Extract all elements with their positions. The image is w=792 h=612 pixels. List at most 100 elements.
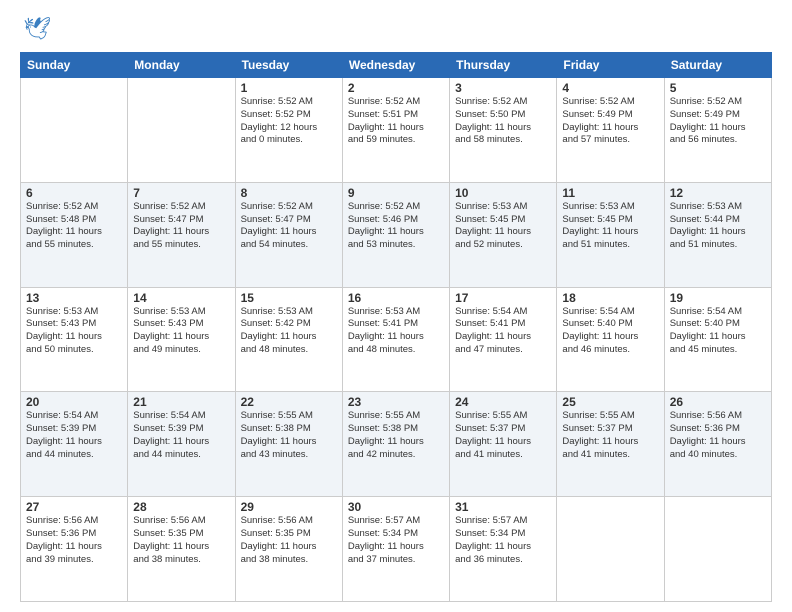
cell-info: Sunrise: 5:53 AM Sunset: 5:42 PM Dayligh… — [241, 306, 337, 357]
day-number: 31 — [455, 500, 551, 514]
cell-info: Sunrise: 5:54 AM Sunset: 5:39 PM Dayligh… — [133, 410, 229, 461]
day-number: 2 — [348, 81, 444, 95]
day-number: 30 — [348, 500, 444, 514]
day-number: 21 — [133, 395, 229, 409]
cell-info: Sunrise: 5:52 AM Sunset: 5:48 PM Dayligh… — [26, 201, 122, 252]
day-number: 19 — [670, 291, 766, 305]
cell-info: Sunrise: 5:53 AM Sunset: 5:45 PM Dayligh… — [562, 201, 658, 252]
calendar-cell: 25Sunrise: 5:55 AM Sunset: 5:37 PM Dayli… — [557, 392, 664, 497]
cell-info: Sunrise: 5:57 AM Sunset: 5:34 PM Dayligh… — [455, 515, 551, 566]
cell-info: Sunrise: 5:54 AM Sunset: 5:40 PM Dayligh… — [670, 306, 766, 357]
calendar-cell: 1Sunrise: 5:52 AM Sunset: 5:52 PM Daylig… — [235, 78, 342, 183]
calendar-cell: 21Sunrise: 5:54 AM Sunset: 5:39 PM Dayli… — [128, 392, 235, 497]
weekday-header-friday: Friday — [557, 53, 664, 78]
cell-info: Sunrise: 5:55 AM Sunset: 5:38 PM Dayligh… — [241, 410, 337, 461]
cell-info: Sunrise: 5:54 AM Sunset: 5:41 PM Dayligh… — [455, 306, 551, 357]
day-number: 26 — [670, 395, 766, 409]
calendar-cell: 28Sunrise: 5:56 AM Sunset: 5:35 PM Dayli… — [128, 497, 235, 602]
cell-info: Sunrise: 5:53 AM Sunset: 5:44 PM Dayligh… — [670, 201, 766, 252]
calendar-cell: 20Sunrise: 5:54 AM Sunset: 5:39 PM Dayli… — [21, 392, 128, 497]
cell-info: Sunrise: 5:54 AM Sunset: 5:40 PM Dayligh… — [562, 306, 658, 357]
cell-info: Sunrise: 5:52 AM Sunset: 5:47 PM Dayligh… — [133, 201, 229, 252]
calendar-cell: 12Sunrise: 5:53 AM Sunset: 5:44 PM Dayli… — [664, 182, 771, 287]
calendar-cell: 10Sunrise: 5:53 AM Sunset: 5:45 PM Dayli… — [450, 182, 557, 287]
weekday-header-wednesday: Wednesday — [342, 53, 449, 78]
day-number: 11 — [562, 186, 658, 200]
cell-info: Sunrise: 5:52 AM Sunset: 5:49 PM Dayligh… — [562, 96, 658, 147]
calendar-cell: 3Sunrise: 5:52 AM Sunset: 5:50 PM Daylig… — [450, 78, 557, 183]
cell-info: Sunrise: 5:56 AM Sunset: 5:35 PM Dayligh… — [133, 515, 229, 566]
calendar-cell: 13Sunrise: 5:53 AM Sunset: 5:43 PM Dayli… — [21, 287, 128, 392]
calendar-cell — [21, 78, 128, 183]
cell-info: Sunrise: 5:52 AM Sunset: 5:49 PM Dayligh… — [670, 96, 766, 147]
calendar-table: SundayMondayTuesdayWednesdayThursdayFrid… — [20, 52, 772, 602]
day-number: 10 — [455, 186, 551, 200]
weekday-header-thursday: Thursday — [450, 53, 557, 78]
day-number: 22 — [241, 395, 337, 409]
cell-info: Sunrise: 5:52 AM Sunset: 5:52 PM Dayligh… — [241, 96, 337, 147]
cell-info: Sunrise: 5:53 AM Sunset: 5:43 PM Dayligh… — [133, 306, 229, 357]
calendar-cell: 9Sunrise: 5:52 AM Sunset: 5:46 PM Daylig… — [342, 182, 449, 287]
week-row-4: 20Sunrise: 5:54 AM Sunset: 5:39 PM Dayli… — [21, 392, 772, 497]
calendar-cell: 19Sunrise: 5:54 AM Sunset: 5:40 PM Dayli… — [664, 287, 771, 392]
day-number: 5 — [670, 81, 766, 95]
weekday-header-tuesday: Tuesday — [235, 53, 342, 78]
cell-info: Sunrise: 5:55 AM Sunset: 5:38 PM Dayligh… — [348, 410, 444, 461]
calendar-cell — [557, 497, 664, 602]
cell-info: Sunrise: 5:52 AM Sunset: 5:47 PM Dayligh… — [241, 201, 337, 252]
calendar-cell: 23Sunrise: 5:55 AM Sunset: 5:38 PM Dayli… — [342, 392, 449, 497]
day-number: 13 — [26, 291, 122, 305]
calendar-cell: 15Sunrise: 5:53 AM Sunset: 5:42 PM Dayli… — [235, 287, 342, 392]
cell-info: Sunrise: 5:53 AM Sunset: 5:45 PM Dayligh… — [455, 201, 551, 252]
cell-info: Sunrise: 5:55 AM Sunset: 5:37 PM Dayligh… — [455, 410, 551, 461]
logo-bird-icon: 🕊 — [23, 16, 51, 42]
cell-info: Sunrise: 5:54 AM Sunset: 5:39 PM Dayligh… — [26, 410, 122, 461]
day-number: 23 — [348, 395, 444, 409]
cell-info: Sunrise: 5:56 AM Sunset: 5:36 PM Dayligh… — [670, 410, 766, 461]
day-number: 15 — [241, 291, 337, 305]
week-row-5: 27Sunrise: 5:56 AM Sunset: 5:36 PM Dayli… — [21, 497, 772, 602]
cell-info: Sunrise: 5:57 AM Sunset: 5:34 PM Dayligh… — [348, 515, 444, 566]
calendar-cell: 8Sunrise: 5:52 AM Sunset: 5:47 PM Daylig… — [235, 182, 342, 287]
calendar-cell: 30Sunrise: 5:57 AM Sunset: 5:34 PM Dayli… — [342, 497, 449, 602]
cell-info: Sunrise: 5:55 AM Sunset: 5:37 PM Dayligh… — [562, 410, 658, 461]
day-number: 17 — [455, 291, 551, 305]
day-number: 24 — [455, 395, 551, 409]
cell-info: Sunrise: 5:52 AM Sunset: 5:50 PM Dayligh… — [455, 96, 551, 147]
cell-info: Sunrise: 5:52 AM Sunset: 5:46 PM Dayligh… — [348, 201, 444, 252]
day-number: 25 — [562, 395, 658, 409]
day-number: 16 — [348, 291, 444, 305]
weekday-header-saturday: Saturday — [664, 53, 771, 78]
header: 🕊 — [20, 16, 772, 42]
calendar-cell: 22Sunrise: 5:55 AM Sunset: 5:38 PM Dayli… — [235, 392, 342, 497]
week-row-1: 1Sunrise: 5:52 AM Sunset: 5:52 PM Daylig… — [21, 78, 772, 183]
day-number: 14 — [133, 291, 229, 305]
calendar-cell: 31Sunrise: 5:57 AM Sunset: 5:34 PM Dayli… — [450, 497, 557, 602]
day-number: 20 — [26, 395, 122, 409]
page: 🕊 SundayMondayTuesdayWednesdayThursdayFr… — [0, 0, 792, 612]
calendar-cell: 14Sunrise: 5:53 AM Sunset: 5:43 PM Dayli… — [128, 287, 235, 392]
day-number: 3 — [455, 81, 551, 95]
cell-info: Sunrise: 5:56 AM Sunset: 5:35 PM Dayligh… — [241, 515, 337, 566]
day-number: 28 — [133, 500, 229, 514]
calendar-cell — [128, 78, 235, 183]
calendar-cell: 26Sunrise: 5:56 AM Sunset: 5:36 PM Dayli… — [664, 392, 771, 497]
calendar-cell: 7Sunrise: 5:52 AM Sunset: 5:47 PM Daylig… — [128, 182, 235, 287]
calendar-cell: 18Sunrise: 5:54 AM Sunset: 5:40 PM Dayli… — [557, 287, 664, 392]
day-number: 7 — [133, 186, 229, 200]
weekday-header-sunday: Sunday — [21, 53, 128, 78]
cell-info: Sunrise: 5:53 AM Sunset: 5:43 PM Dayligh… — [26, 306, 122, 357]
cell-info: Sunrise: 5:53 AM Sunset: 5:41 PM Dayligh… — [348, 306, 444, 357]
day-number: 12 — [670, 186, 766, 200]
calendar-cell — [664, 497, 771, 602]
week-row-3: 13Sunrise: 5:53 AM Sunset: 5:43 PM Dayli… — [21, 287, 772, 392]
cell-info: Sunrise: 5:56 AM Sunset: 5:36 PM Dayligh… — [26, 515, 122, 566]
day-number: 1 — [241, 81, 337, 95]
day-number: 18 — [562, 291, 658, 305]
calendar-cell: 29Sunrise: 5:56 AM Sunset: 5:35 PM Dayli… — [235, 497, 342, 602]
day-number: 27 — [26, 500, 122, 514]
calendar-cell: 6Sunrise: 5:52 AM Sunset: 5:48 PM Daylig… — [21, 182, 128, 287]
calendar-cell: 27Sunrise: 5:56 AM Sunset: 5:36 PM Dayli… — [21, 497, 128, 602]
day-number: 29 — [241, 500, 337, 514]
logo: 🕊 — [20, 16, 51, 42]
